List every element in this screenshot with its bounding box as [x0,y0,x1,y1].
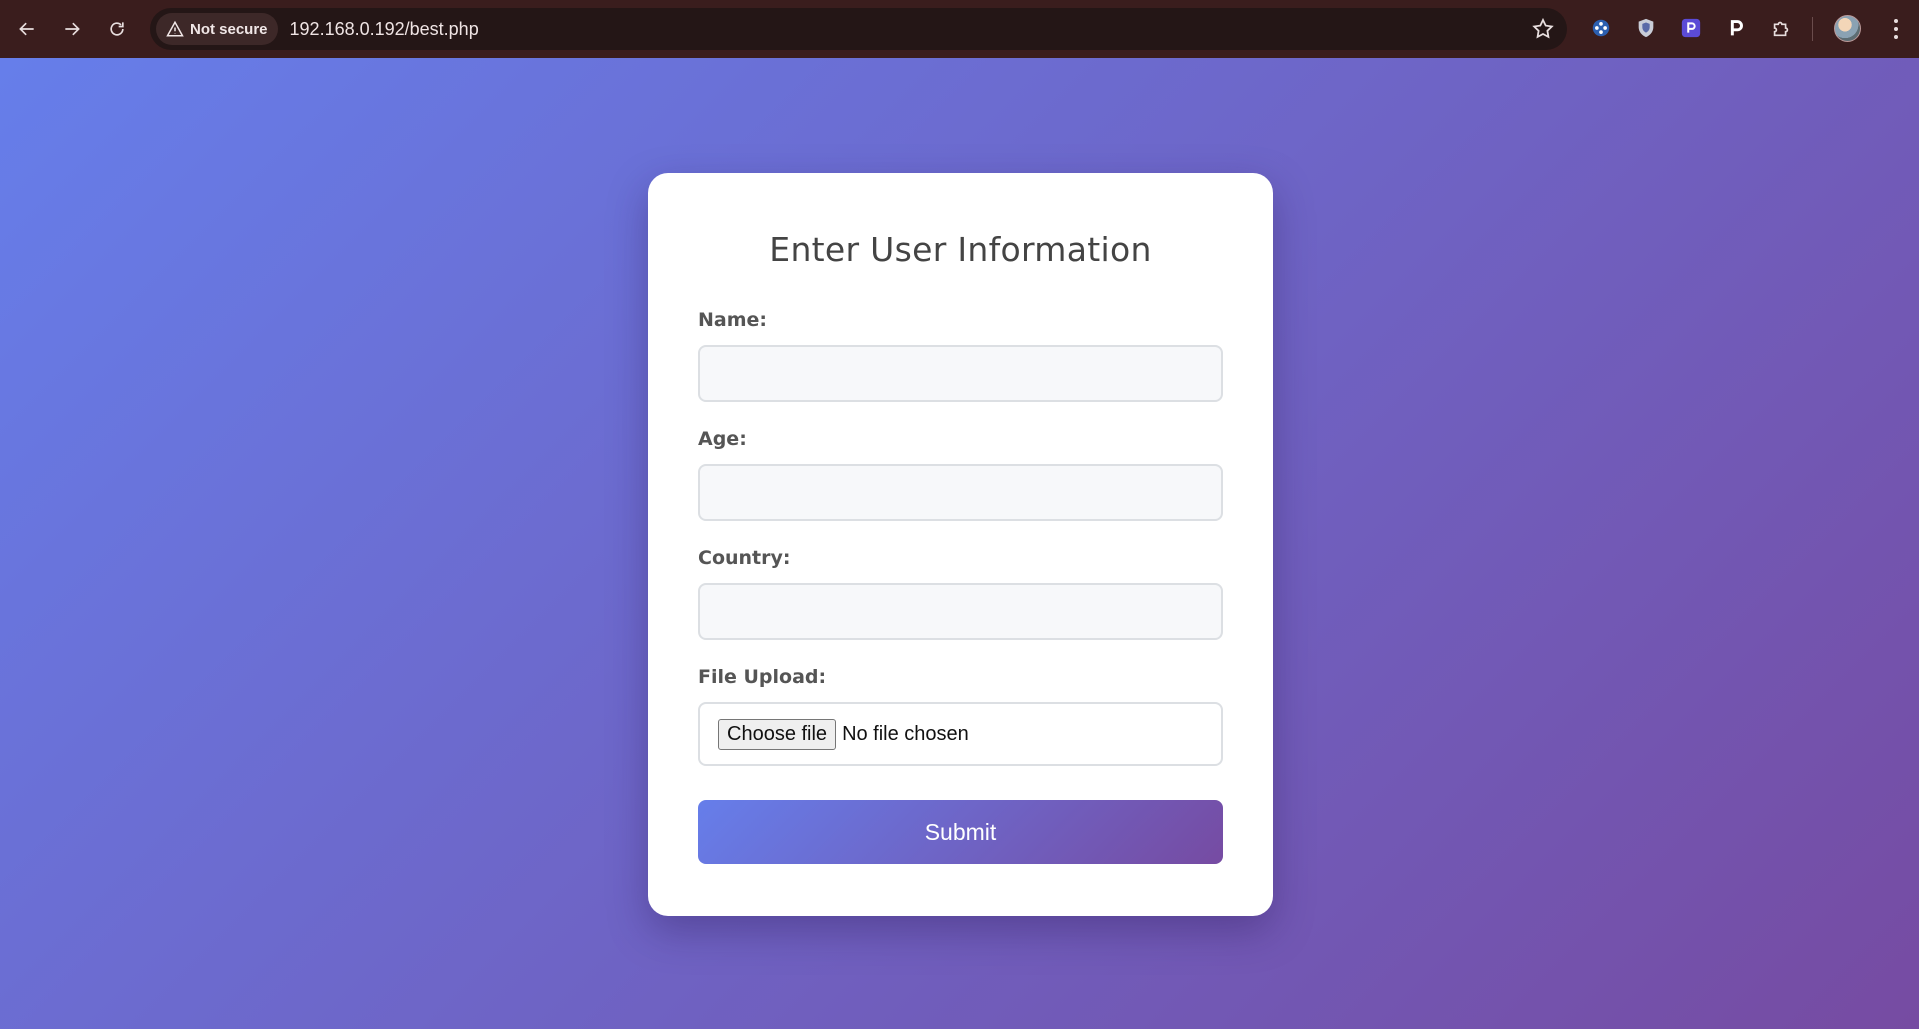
extension-button-3[interactable] [1678,15,1704,41]
extension-button-1[interactable] [1588,15,1614,41]
age-label: Age: [698,428,747,450]
p-extension-icon [1730,20,1743,36]
extension-button-2[interactable] [1633,15,1659,41]
security-indicator[interactable]: Not secure [156,13,278,45]
file-upload-label: File Upload: [698,666,827,688]
choose-file-button[interactable]: Choose file [718,718,837,750]
country-input[interactable] [698,583,1223,640]
reload-icon [110,22,124,36]
address-bar[interactable]: Not secure 192.168.0.192/best.php [150,8,1567,50]
browser-toolbar: Not secure 192.168.0.192/best.php [0,0,1919,58]
extensions-menu-button[interactable] [1768,15,1794,41]
file-status-text: No file chosen [842,722,969,745]
url-text[interactable]: 192.168.0.192/best.php [290,19,479,40]
arrow-right-icon [65,22,80,36]
shield-extension-icon [1638,18,1654,38]
extension-button-4[interactable] [1723,15,1749,41]
menu-dot [1894,27,1898,31]
security-label: Not secure [190,20,268,38]
age-input[interactable] [698,464,1223,521]
puzzle-icon [1773,21,1789,37]
country-label: Country: [698,547,791,569]
page-viewport: Enter User Information Name: Age: Countr… [0,58,1919,1029]
warning-triangle-icon [166,20,184,37]
star-icon[interactable] [1531,17,1555,41]
reload-button[interactable] [99,11,135,47]
name-input[interactable] [698,345,1223,402]
back-button[interactable] [9,11,45,47]
menu-dot [1894,19,1898,23]
file-upload-field[interactable]: Choose file No file chosen [698,702,1223,766]
user-info-form: Enter User Information Name: Age: Countr… [648,173,1273,916]
submit-button[interactable]: Submit [698,800,1223,864]
name-label: Name: [698,309,768,331]
p-badge-extension-icon [1681,18,1701,38]
arrow-left-icon [19,22,34,36]
kebab-menu-icon[interactable] [1882,14,1910,44]
menu-dot [1894,35,1898,39]
profile-avatar[interactable] [1834,15,1861,42]
forward-button[interactable] [54,11,90,47]
extension-dots-icon [1592,19,1610,37]
toolbar-divider [1812,17,1813,41]
form-title: Enter User Information [769,230,1152,269]
